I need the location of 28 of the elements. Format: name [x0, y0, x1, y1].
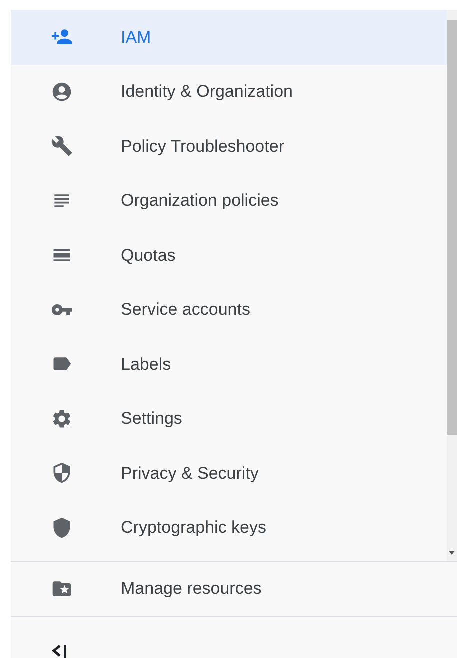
nav-item[interactable]: Organization policies	[11, 174, 447, 228]
nav-label: IAM	[121, 26, 152, 48]
nav-item[interactable]: Settings	[11, 392, 447, 446]
scrollbar[interactable]	[447, 10, 457, 560]
scrollbar-thumb[interactable]	[447, 20, 457, 435]
nav-item[interactable]: Policy Troubleshooter	[11, 119, 447, 174]
nav-item[interactable]: Quotas	[11, 228, 447, 282]
nav-label: Organization policies	[121, 190, 279, 212]
wrench-icon	[51, 135, 73, 158]
nav-label: Cryptographic keys	[121, 517, 267, 539]
gear-icon	[51, 408, 73, 430]
nav-label: Privacy & Security	[121, 462, 259, 484]
nav-item[interactable]: IAM	[11, 10, 447, 64]
shield-icon	[51, 462, 73, 484]
nav-label: Identity & Organization	[121, 81, 293, 103]
nav-item[interactable]: Privacy & Security	[11, 446, 447, 500]
nav-label: Manage resources	[121, 578, 262, 600]
nav-label: Policy Troubleshooter	[121, 136, 284, 158]
nav-label: Service accounts	[121, 299, 250, 321]
nav-label: Labels	[121, 354, 172, 376]
scroll-down-icon[interactable]	[449, 550, 455, 554]
nav-item[interactable]: Labels	[11, 337, 447, 392]
nav-label: Settings	[121, 408, 182, 430]
nav-label: Quotas	[121, 244, 176, 266]
nav-item[interactable]: Identity & Organization	[11, 64, 447, 119]
nav-item[interactable]: Cryptographic keys	[11, 500, 447, 555]
nav-item[interactable]: Service accounts	[11, 282, 447, 337]
nav-item[interactable]: Manage resources	[11, 562, 457, 616]
